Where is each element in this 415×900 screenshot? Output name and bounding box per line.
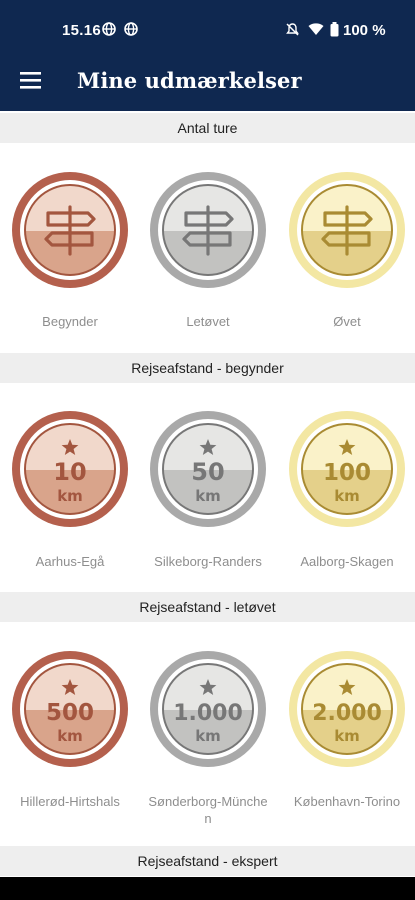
medal-graphic [12, 172, 128, 288]
medal-distance-value: 100 [323, 460, 371, 486]
medal-distance-value: 1.000 [173, 701, 243, 726]
mute-icon [285, 22, 300, 42]
medal-graphic [150, 172, 266, 288]
battery-level: 100 % [343, 22, 386, 39]
medal-graphic: 50km [150, 411, 266, 527]
medal-oevet[interactable] [285, 168, 409, 292]
medal-label: Sønderborg-München [148, 794, 268, 826]
medal-graphic [289, 172, 405, 288]
medal-10-km[interactable]: 10 km [8, 407, 132, 531]
medal-label: Øvet [333, 314, 361, 329]
page-title: Mine udmærkelser [77, 68, 302, 93]
section-header-antal-ture: Antal ture [0, 113, 415, 143]
medal-2000-km[interactable]: 2.000 km [285, 647, 409, 771]
section-header-rejseafstand-begynder: Rejseafstand - begynder [0, 353, 415, 383]
battery-icon [330, 22, 339, 42]
status-time: 15.16 [62, 22, 102, 39]
medal-distance-unit: km [195, 727, 221, 745]
medal-100-km[interactable]: 100 km [285, 407, 409, 531]
medal-distance-unit: km [57, 487, 83, 505]
medal-distance-unit: km [334, 727, 360, 745]
medal-letoevet[interactable] [146, 168, 270, 292]
navigation-bar [0, 877, 415, 900]
section-header-rejseafstand-letoevet: Rejseafstand - letøvet [0, 592, 415, 622]
medal-label: København-Torino [293, 794, 401, 809]
medal-graphic: 10km [12, 411, 128, 527]
globe-icon [102, 22, 116, 41]
medal-distance-unit: km [195, 487, 221, 505]
medal-label: Letøvet [186, 314, 230, 329]
medal-graphic: 500km [12, 651, 128, 767]
medal-label: Hillerød-Hirtshals [20, 794, 120, 809]
medal-distance-value: 50 [191, 458, 224, 486]
app-bar: Mine udmærkelser [0, 52, 415, 111]
medal-distance-value: 500 [46, 700, 94, 726]
medal-graphic: 2.000km [289, 651, 405, 767]
medal-distance-value: 2.000 [312, 701, 382, 726]
status-bar: 15.16 100 % [0, 0, 415, 52]
medal-label: Aalborg-Skagen [300, 554, 394, 569]
medal-distance-unit: km [334, 487, 360, 505]
medal-distance-value: 10 [53, 458, 86, 486]
medal-500-km[interactable]: 500 km [8, 647, 132, 771]
medal-50-km[interactable]: 50 km [146, 407, 270, 531]
medal-graphic: 1.000km [150, 651, 266, 767]
medal-label: Aarhus-Egå [35, 554, 105, 569]
medal-1000-km[interactable]: 1.000 km [146, 647, 270, 771]
medal-distance-unit: km [57, 727, 83, 745]
hamburger-menu-icon[interactable] [12, 62, 50, 100]
section-header-rejseafstand-ekspert: Rejseafstand - ekspert [0, 846, 415, 876]
medal-graphic: 100km [289, 411, 405, 527]
globe-icon [124, 22, 138, 41]
medal-label: Begynder [42, 314, 98, 329]
medal-begynder[interactable] [8, 168, 132, 292]
medal-label: Silkeborg-Randers [154, 554, 262, 569]
wifi-icon [308, 22, 324, 41]
